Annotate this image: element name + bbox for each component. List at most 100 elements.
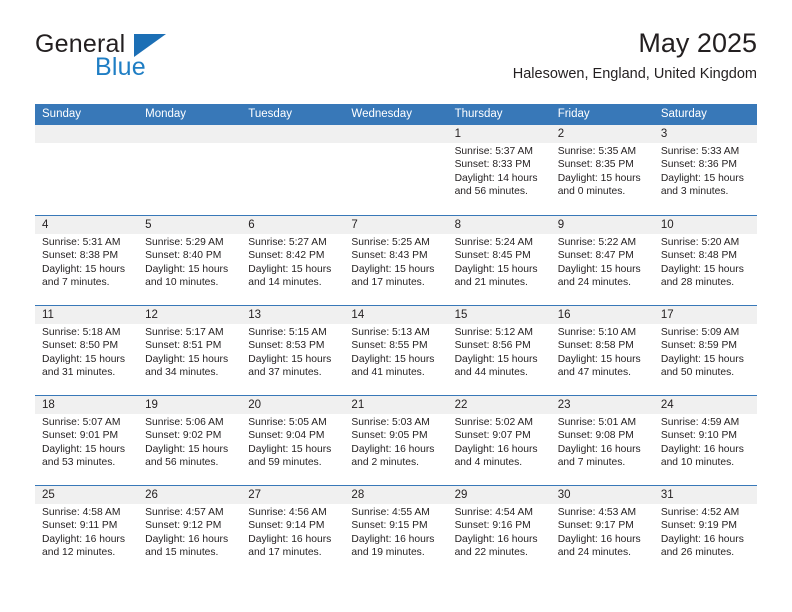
day-number: 26	[145, 489, 158, 501]
calendar-day-cell[interactable]: 9 Sunrise: 5:22 AM Sunset: 8:47 PM Daylight…	[551, 216, 654, 305]
daylight-text: and 10 minutes.	[145, 277, 219, 289]
calendar-week-row: 11 Sunrise: 5:18 AM Sunset: 8:50 PM Dayligh…	[35, 305, 757, 395]
daylight-text: Daylight: 15 hours	[248, 263, 332, 275]
calendar-day-cell[interactable]: 4 Sunrise: 5:31 AM Sunset: 8:38 PM Daylight…	[35, 216, 138, 305]
calendar-day-cell[interactable]: 5 Sunrise: 5:29 AM Sunset: 8:40 PM Daylight…	[138, 216, 241, 305]
day-details: Sunrise: 4:52 AM Sunset: 9:19 PM Daylight:…	[661, 506, 751, 560]
daylight-text: and 14 minutes.	[248, 277, 322, 289]
calendar-day-cell[interactable]: 26 Sunrise: 4:57 AM Sunset: 9:12 PM Dayligh…	[138, 486, 241, 575]
day-number: 29	[454, 489, 468, 501]
calendar-day-cell[interactable]: 29 Sunrise: 4:54 AM Sunset: 9:16 PM Dayligh…	[448, 486, 551, 575]
day-details: Sunrise: 5:06 AM Sunset: 9:02 PM Daylight:…	[145, 416, 235, 470]
sunrise-text: Sunrise: 5:15 AM	[248, 327, 327, 338]
calendar-week-row: 18 Sunrise: 5:07 AM Sunset: 9:01 PM Dayligh…	[35, 395, 757, 485]
day-details: Sunrise: 5:24 AM Sunset: 8:45 PM Daylight:…	[455, 236, 545, 290]
day-number: 17	[660, 309, 674, 321]
calendar-cell-empty	[344, 125, 447, 215]
day-details: Sunrise: 5:17 AM Sunset: 8:51 PM Daylight:…	[145, 326, 235, 380]
day-details: Sunrise: 5:31 AM Sunset: 8:38 PM Daylight:…	[42, 236, 132, 290]
day-details: Sunrise: 5:03 AM Sunset: 9:05 PM Daylight:…	[351, 416, 441, 470]
day-details: Sunrise: 4:57 AM Sunset: 9:12 PM Daylight:…	[145, 506, 235, 560]
calendar-day-cell[interactable]: 21 Sunrise: 5:03 AM Sunset: 9:05 PM Dayligh…	[344, 396, 447, 485]
sunset-text: Sunset: 8:35 PM	[557, 159, 634, 171]
day-details: Sunrise: 5:29 AM Sunset: 8:40 PM Daylight:…	[145, 236, 235, 290]
day-number: 6	[248, 219, 255, 231]
day-details: Sunrise: 5:15 AM Sunset: 8:53 PM Daylight:…	[248, 326, 338, 380]
day-details: Sunrise: 4:56 AM Sunset: 9:14 PM Daylight:…	[248, 506, 338, 560]
sunset-text: Sunset: 8:59 PM	[660, 340, 737, 352]
calendar-day-cell[interactable]: 17 Sunrise: 5:09 AM Sunset: 8:59 PM Dayligh…	[654, 306, 757, 395]
calendar-day-cell[interactable]: 27 Sunrise: 4:56 AM Sunset: 9:14 PM Dayligh…	[241, 486, 344, 575]
daylight-text: and 24 minutes.	[557, 547, 631, 559]
daylight-text: Daylight: 15 hours	[351, 263, 435, 275]
calendar-day-cell[interactable]: 2 Sunrise: 5:35 AM Sunset: 8:35 PM Daylight…	[551, 125, 654, 215]
calendar-page: General Blue May 2025 Halesowen, England…	[0, 0, 792, 612]
sunset-text: Sunset: 9:11 PM	[42, 520, 118, 532]
daylight-text: Daylight: 15 hours	[454, 263, 538, 275]
sunrise-text: Sunrise: 5:10 AM	[557, 327, 637, 338]
day-number: 30	[557, 489, 571, 501]
calendar-day-cell[interactable]: 7 Sunrise: 5:25 AM Sunset: 8:43 PM Daylight…	[344, 216, 447, 305]
calendar-day-cell[interactable]: 15 Sunrise: 5:12 AM Sunset: 8:56 PM Dayligh…	[448, 306, 551, 395]
daylight-text: Daylight: 15 hours	[248, 443, 332, 455]
weekday-header-wednesday: Wednesday	[351, 108, 412, 120]
calendar-day-cell[interactable]: 16 Sunrise: 5:10 AM Sunset: 8:58 PM Dayligh…	[551, 306, 654, 395]
day-number: 31	[660, 489, 674, 501]
calendar-day-cell[interactable]: 30 Sunrise: 4:53 AM Sunset: 9:17 PM Dayligh…	[551, 486, 654, 575]
daylight-text: and 41 minutes.	[351, 367, 425, 379]
calendar-day-cell[interactable]: 20 Sunrise: 5:05 AM Sunset: 9:04 PM Dayligh…	[241, 396, 344, 485]
weekday-header-row: Sunday Monday Tuesday Wednesday Thursday Frid…	[35, 104, 757, 125]
sunrise-text: Sunrise: 4:57 AM	[145, 507, 224, 518]
calendar-day-cell[interactable]: 13 Sunrise: 5:15 AM Sunset: 8:53 PM Dayligh…	[241, 306, 344, 395]
sunset-text: Sunset: 8:56 PM	[454, 340, 531, 352]
day-details: Sunrise: 5:07 AM Sunset: 9:01 PM Daylight:…	[42, 416, 132, 470]
calendar-day-cell[interactable]: 3 Sunrise: 5:33 AM Sunset: 8:36 PM Daylight…	[654, 125, 757, 215]
daylight-text: Daylight: 15 hours	[145, 263, 229, 275]
daylight-text: Daylight: 15 hours	[660, 353, 744, 365]
calendar-day-cell[interactable]: 23 Sunrise: 5:01 AM Sunset: 9:08 PM Dayligh…	[551, 396, 654, 485]
calendar-day-cell[interactable]: 18 Sunrise: 5:07 AM Sunset: 9:01 PM Dayligh…	[35, 396, 138, 485]
daylight-text: Daylight: 16 hours	[248, 533, 332, 545]
daylight-text: and 34 minutes.	[145, 367, 219, 379]
weekday-header-monday: Monday	[145, 108, 187, 120]
calendar-cell-empty	[138, 125, 241, 215]
sunset-text: Sunset: 8:48 PM	[660, 250, 737, 262]
general-blue-logo[interactable]: General Blue	[35, 32, 265, 90]
calendar-day-cell[interactable]: 25 Sunrise: 4:58 AM Sunset: 9:11 PM Dayligh…	[35, 486, 138, 575]
sunrise-text: Sunrise: 4:52 AM	[660, 507, 740, 518]
calendar-day-cell[interactable]: 24 Sunrise: 4:59 AM Sunset: 9:10 PM Dayligh…	[654, 396, 757, 485]
calendar-day-cell[interactable]: 8 Sunrise: 5:24 AM Sunset: 8:45 PM Daylight…	[448, 216, 551, 305]
calendar-day-cell[interactable]: 28 Sunrise: 4:55 AM Sunset: 9:15 PM Dayligh…	[344, 486, 447, 575]
calendar-day-cell[interactable]: 31 Sunrise: 4:52 AM Sunset: 9:19 PM Dayligh…	[654, 486, 757, 575]
page-title: May 2025	[638, 28, 757, 58]
daylight-text: and 0 minutes.	[557, 186, 626, 198]
calendar-weeks: 1 Sunrise: 5:37 AM Sunset: 8:33 PM Daylight…	[35, 125, 757, 575]
day-details: Sunrise: 5:10 AM Sunset: 8:58 PM Daylight:…	[558, 326, 648, 380]
calendar-day-cell[interactable]: 22 Sunrise: 5:02 AM Sunset: 9:07 PM Dayligh…	[448, 396, 551, 485]
weekday-header-sunday: Sunday	[42, 108, 82, 120]
sunset-text: Sunset: 8:45 PM	[454, 250, 531, 262]
sunrise-text: Sunrise: 5:06 AM	[145, 417, 224, 428]
daylight-text: and 50 minutes.	[660, 367, 735, 379]
calendar-day-cell[interactable]: 19 Sunrise: 5:06 AM Sunset: 9:02 PM Dayligh…	[138, 396, 241, 485]
daylight-text: Daylight: 16 hours	[42, 533, 125, 545]
daylight-text: and 7 minutes.	[557, 457, 626, 469]
day-details: Sunrise: 4:55 AM Sunset: 9:15 PM Daylight:…	[351, 506, 441, 560]
daylight-text: Daylight: 16 hours	[557, 533, 641, 545]
calendar-day-cell[interactable]: 12 Sunrise: 5:17 AM Sunset: 8:51 PM Dayligh…	[138, 306, 241, 395]
sunset-text: Sunset: 9:10 PM	[660, 430, 737, 442]
daylight-text: and 47 minutes.	[557, 367, 631, 379]
sunrise-text: Sunrise: 4:53 AM	[557, 507, 637, 518]
calendar-day-cell[interactable]: 10 Sunrise: 5:20 AM Sunset: 8:48 PM Dayligh…	[654, 216, 757, 305]
calendar-day-cell[interactable]: 6 Sunrise: 5:27 AM Sunset: 8:42 PM Daylight…	[241, 216, 344, 305]
sunset-text: Sunset: 9:17 PM	[557, 520, 634, 532]
calendar-day-cell[interactable]: 14 Sunrise: 5:13 AM Sunset: 8:55 PM Dayligh…	[344, 306, 447, 395]
calendar-day-cell[interactable]: 1 Sunrise: 5:37 AM Sunset: 8:33 PM Daylight…	[448, 125, 551, 215]
page-header: General Blue May 2025 Halesowen, England…	[35, 28, 757, 94]
day-number: 19	[145, 399, 158, 411]
sunset-text: Sunset: 8:51 PM	[145, 340, 222, 352]
daylight-text: Daylight: 16 hours	[454, 443, 538, 455]
sunrise-text: Sunrise: 4:56 AM	[248, 507, 327, 518]
day-number: 21	[351, 399, 365, 411]
calendar-day-cell[interactable]: 11 Sunrise: 5:18 AM Sunset: 8:50 PM Dayligh…	[35, 306, 138, 395]
